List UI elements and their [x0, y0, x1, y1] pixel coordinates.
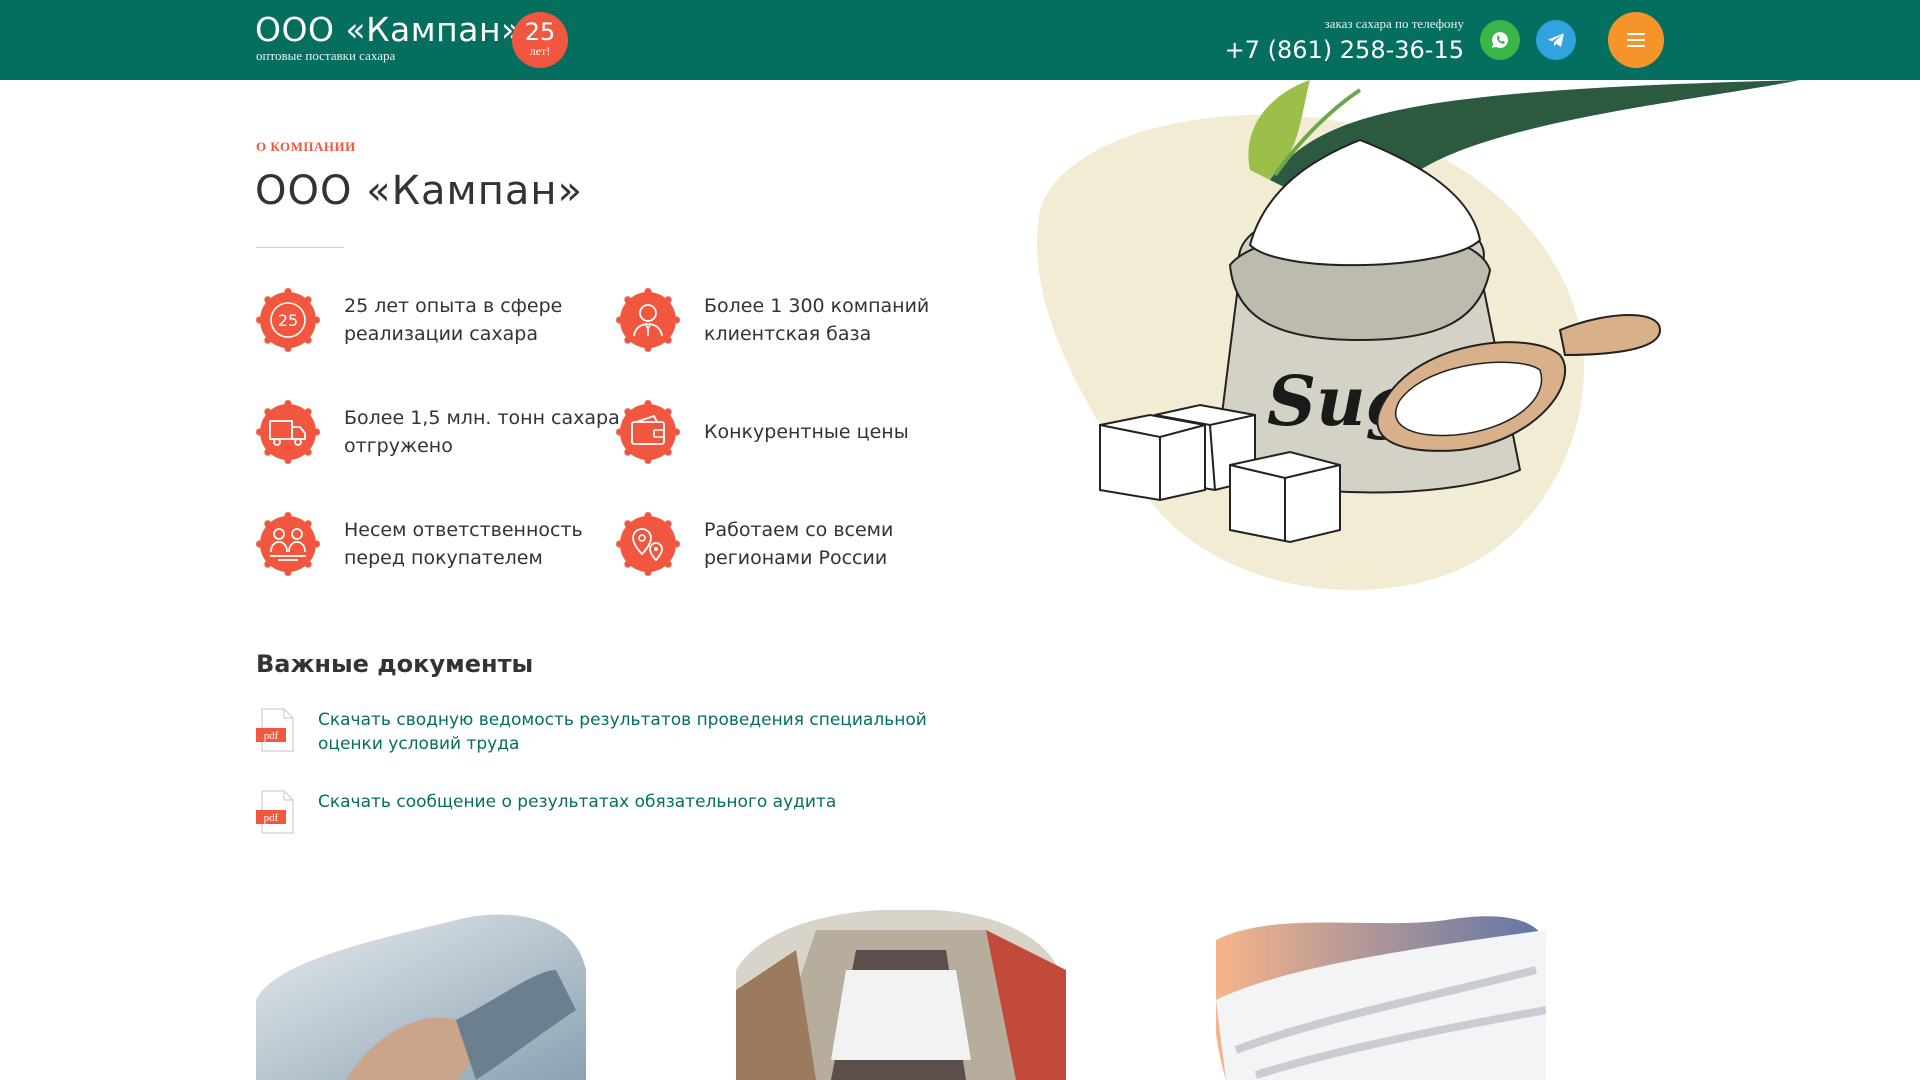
photo-sugar-bags: [1216, 910, 1546, 1080]
section-eyebrow: О КОМПАНИИ: [256, 139, 356, 154]
feature-item: Несем ответственность перед покупателем: [256, 512, 634, 576]
badge-25-icon: 25: [256, 288, 320, 352]
feature-text: Конкурентные цены: [704, 421, 909, 443]
sugar-illustration: Sugar: [1036, 80, 1800, 591]
telegram-icon: [1548, 33, 1564, 47]
feature-text: Более 1,5 млн. тонн сахара отгружено: [344, 407, 620, 457]
warehouse-photo-icon: [736, 910, 1066, 1080]
pdf-file-icon: pdf: [256, 708, 294, 752]
document-link[interactable]: Скачать сообщение о результатах обязател…: [318, 790, 968, 814]
handshake-people-icon: [256, 512, 320, 576]
pdf-file-icon: pdf: [256, 790, 294, 834]
feature-item: Более 1,5 млн. тонн сахара отгружено: [256, 400, 634, 464]
feature-item: Работаем со всеми регионами России: [616, 512, 994, 576]
sugar-bags-photo-icon: [1216, 916, 1546, 1080]
menu-button[interactable]: [1608, 12, 1664, 68]
document-link[interactable]: Скачать сводную ведомость результатов пр…: [318, 708, 968, 756]
whatsapp-button[interactable]: [1480, 20, 1520, 60]
file-badge: pdf: [264, 812, 279, 824]
whatsapp-icon: [1492, 32, 1508, 48]
hamburger-icon: [1627, 33, 1645, 47]
badge-number: 25: [524, 18, 556, 46]
feature-text: Несем ответственность перед покупателем: [344, 519, 583, 569]
documents-title: Важные документы: [256, 650, 534, 678]
feature-text: 25 лет опыта в сфере реализации сахара: [344, 295, 563, 345]
phone-label: заказ сахара по телефону: [1324, 16, 1464, 31]
feature-text: Более 1 300 компаний клиентская база: [704, 295, 930, 345]
photo-handshake: [256, 910, 586, 1080]
photo-warehouse: [736, 910, 1066, 1080]
feature-item: 25 25 лет опыта в сфере реализации сахар…: [256, 288, 634, 352]
svg-text:25: 25: [278, 311, 298, 330]
telegram-button[interactable]: [1536, 20, 1576, 60]
truck-icon: [256, 400, 320, 464]
handshake-photo-icon: [256, 914, 586, 1080]
anniversary-badge: 25 лет!: [512, 12, 568, 68]
wallet-icon: [616, 400, 680, 464]
site-header: ООО «Кампан» оптовые поставки сахара 25 …: [0, 0, 1920, 80]
title-divider: [256, 247, 344, 248]
logo-title[interactable]: ООО «Кампан»: [255, 10, 522, 49]
logo-subtitle: оптовые поставки сахара: [256, 48, 396, 63]
feature-item: Более 1 300 компаний клиентская база: [616, 288, 994, 352]
client-icon: [616, 288, 680, 352]
section-title: ООО «Кампан»: [255, 168, 584, 214]
document-item: pdf Скачать сводную ведомость результато…: [256, 708, 968, 756]
feature-text: Работаем со всеми регионами России: [704, 519, 894, 569]
feature-item: Конкурентные цены: [616, 400, 994, 464]
map-pins-icon: [616, 512, 680, 576]
badge-text: лет!: [529, 44, 551, 58]
document-item: pdf Скачать сообщение о результатах обяз…: [256, 790, 968, 834]
phone-number[interactable]: +7 (861) 258-36-15: [1225, 36, 1464, 64]
file-badge: pdf: [264, 730, 279, 742]
